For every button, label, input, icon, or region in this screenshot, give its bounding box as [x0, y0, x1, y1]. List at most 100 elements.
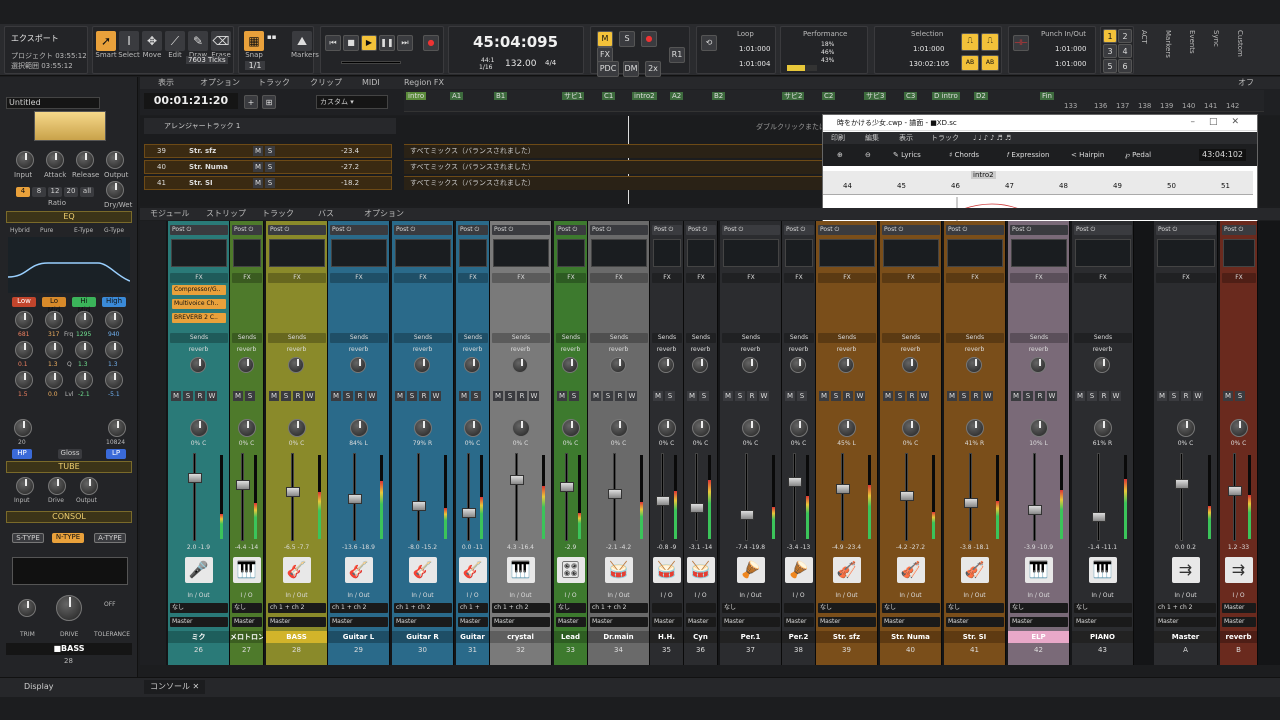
mute-button[interactable]: M	[1011, 391, 1021, 401]
solo-button[interactable]: S	[1169, 391, 1179, 401]
eq-thumbnail[interactable]	[1075, 239, 1131, 267]
fx-bin-header[interactable]: FX	[722, 273, 780, 283]
write-button[interactable]: W	[919, 391, 929, 401]
send-level-knob[interactable]	[190, 357, 206, 373]
punch-toggle[interactable]: ⊣⊢	[1013, 35, 1029, 51]
instrument-icon[interactable]: 🎛	[556, 557, 585, 583]
stype-button[interactable]: S-TYPE	[12, 533, 44, 543]
solo-button[interactable]: S	[895, 391, 905, 401]
sends-header[interactable]: Sends	[686, 333, 716, 343]
marker-b1[interactable]: B1	[494, 92, 508, 100]
r1-button[interactable]: R1	[669, 47, 685, 63]
input-select[interactable]: なし	[1010, 603, 1068, 613]
low-freq-knob[interactable]	[15, 311, 33, 329]
high-freq-knob[interactable]	[105, 311, 123, 329]
input-select[interactable]: ch 1 +	[458, 603, 488, 613]
solo-button[interactable]: S	[505, 391, 515, 401]
mute-button[interactable]: M	[1223, 391, 1233, 401]
marker-a2[interactable]: A2	[670, 92, 684, 100]
himid-q-knob[interactable]	[75, 341, 93, 359]
pan-knob[interactable]	[742, 419, 760, 437]
volume-fader[interactable]	[836, 484, 850, 494]
volume-fader-track[interactable]	[417, 453, 420, 541]
pedal-tool[interactable]: ℘ Pedal	[1125, 144, 1151, 166]
fx-bin-header[interactable]: FX	[1010, 273, 1068, 283]
lp-button[interactable]: LP	[106, 449, 126, 459]
post-button[interactable]: Post ⏻	[170, 225, 228, 235]
output-select[interactable]: Master	[394, 617, 452, 627]
input-select[interactable]	[686, 603, 716, 613]
instrument-icon[interactable]: 🪘	[784, 557, 813, 583]
hairpin-tool[interactable]: < Hairpin	[1071, 144, 1104, 166]
send-level-knob[interactable]	[838, 357, 854, 373]
solo-button[interactable]: S	[1023, 391, 1033, 401]
mute-button[interactable]: M	[331, 391, 341, 401]
mute-button[interactable]: M	[947, 391, 957, 401]
volume-fader-track[interactable]	[565, 453, 568, 541]
write-button[interactable]: W	[529, 391, 539, 401]
track-now-time[interactable]: 00:01:21:20	[144, 93, 238, 109]
eq-thumbnail[interactable]	[557, 239, 585, 267]
post-button[interactable]: Post ⏻	[818, 225, 876, 235]
staff-marker-intro2[interactable]: intro2	[971, 171, 996, 179]
volume-fader[interactable]	[462, 508, 476, 518]
strip-name[interactable]: H.H.	[650, 631, 683, 643]
instrument-icon[interactable]: 🎹	[232, 557, 261, 583]
strip-name[interactable]: Guitar R	[392, 631, 453, 643]
edit-tool[interactable]: ⟋ Edit	[164, 31, 186, 59]
output-select[interactable]: Master	[492, 617, 550, 627]
ab-button-1[interactable]: AB	[961, 55, 979, 71]
marker-sabi3[interactable]: サビ3	[864, 92, 887, 100]
strip-name[interactable]: Lead	[554, 631, 587, 643]
solo-button[interactable]: S	[569, 391, 579, 401]
eq-curve[interactable]	[8, 237, 130, 293]
eq-thumbnail[interactable]	[1223, 239, 1255, 267]
instrument-icon[interactable]: 🎹	[506, 557, 535, 583]
output-select[interactable]: Master	[1010, 617, 1068, 627]
volume-fader-track[interactable]	[969, 453, 972, 541]
console-menu-bus[interactable]: バス	[318, 208, 334, 220]
pan-knob[interactable]	[610, 419, 628, 437]
strip-name[interactable]: Dr.main	[588, 631, 649, 643]
loop-end[interactable]: 1:01:004	[739, 60, 770, 68]
mute-button[interactable]: M	[171, 391, 181, 401]
instrument-icon[interactable]: 🎻	[960, 557, 989, 583]
output-select[interactable]: Master	[330, 617, 388, 627]
post-button[interactable]: Post ⏻	[590, 225, 648, 235]
volume-fader[interactable]	[608, 489, 622, 499]
post-button[interactable]: Post ⏻	[784, 225, 814, 235]
strip-name[interactable]: PIANO	[1072, 631, 1133, 643]
draw-tool[interactable]: ✎ Draw	[187, 31, 209, 59]
strip-name[interactable]: メロトロン	[230, 631, 263, 643]
lomid-freq-knob[interactable]	[45, 311, 63, 329]
hp-knob[interactable]	[14, 419, 32, 437]
send-name[interactable]: reverb	[782, 345, 815, 355]
strip-name[interactable]: Cyn	[684, 631, 717, 643]
send-name[interactable]: reverb	[944, 345, 1005, 355]
arranger-track[interactable]: アレンジャートラック 1	[144, 118, 396, 134]
input-select[interactable]: なし	[946, 603, 1004, 613]
input-select[interactable]: ch 1 + ch 2	[394, 603, 452, 613]
ratio-all-button[interactable]: all	[80, 187, 94, 197]
read-button[interactable]: R	[1035, 391, 1045, 401]
volume-fader[interactable]	[412, 501, 426, 511]
chords-tool[interactable]: ♯ Chords	[949, 144, 979, 166]
input-select[interactable]	[784, 603, 814, 613]
send-level-knob[interactable]	[790, 357, 806, 373]
input-select[interactable]: なし	[722, 603, 780, 613]
screenset-1[interactable]: 1	[1103, 29, 1117, 43]
write-button[interactable]: W	[207, 391, 217, 401]
sends-header[interactable]: Sends	[232, 333, 262, 343]
input-select[interactable]: ch 1 + ch 2	[590, 603, 648, 613]
mute-button[interactable]: M	[493, 391, 503, 401]
send-level-knob[interactable]	[902, 357, 918, 373]
fx-bin-header[interactable]: FX	[946, 273, 1004, 283]
send-level-knob[interactable]	[966, 357, 982, 373]
pan-knob[interactable]	[1177, 419, 1195, 437]
pan-knob[interactable]	[1030, 419, 1048, 437]
console-tab[interactable]: コンソール ✕	[144, 680, 206, 694]
now-time[interactable]: 45:04:095	[473, 33, 558, 51]
menu-track[interactable]: トラック	[258, 77, 290, 89]
eq-thumbnail[interactable]	[819, 239, 875, 267]
instrument-icon[interactable]: 🥁	[652, 557, 681, 583]
